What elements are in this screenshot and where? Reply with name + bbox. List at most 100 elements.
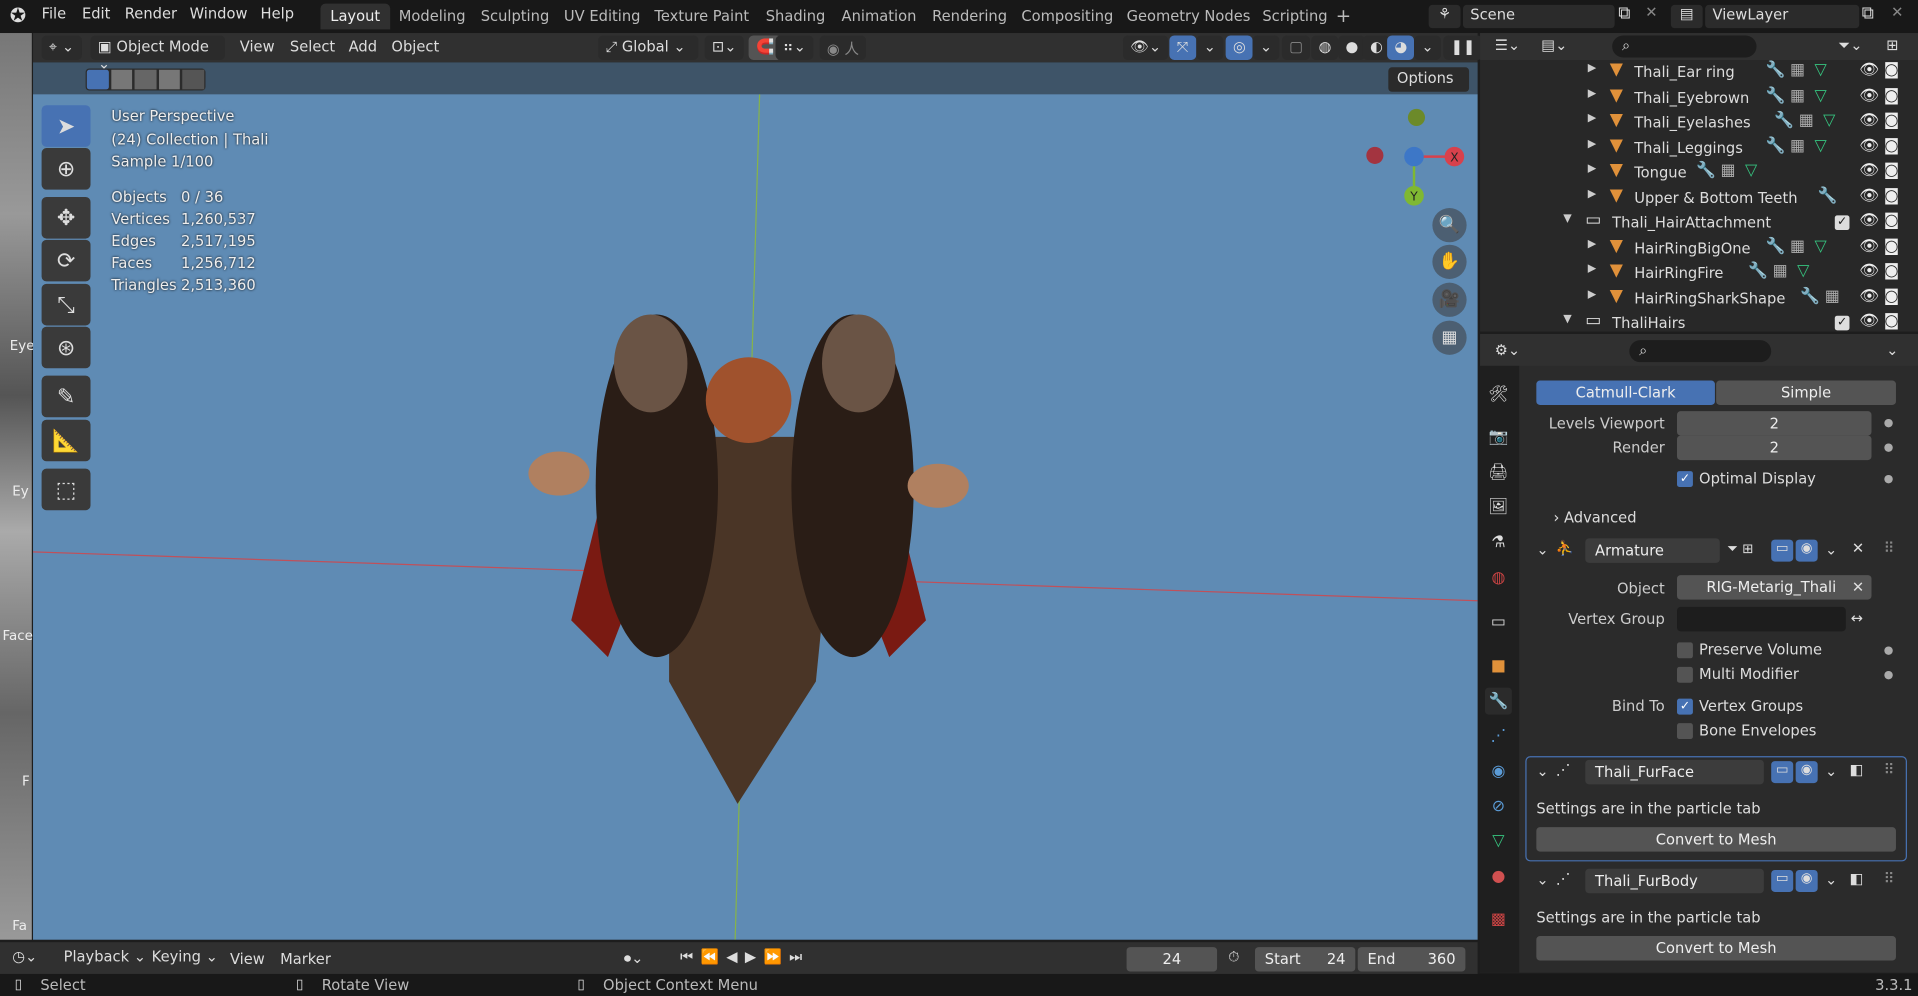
outliner-search-input[interactable]: ⌕: [1612, 35, 1757, 58]
camera-view-icon[interactable]: 🎥: [1432, 282, 1467, 317]
new-scene-icon[interactable]: ⧉: [1618, 4, 1630, 24]
expand-right-icon[interactable]: ▶: [1588, 163, 1596, 175]
collection-tab-icon[interactable]: ▭: [1485, 608, 1512, 635]
timeline-editor-type-icon[interactable]: ◷⌄: [12, 948, 37, 965]
modifier-icon[interactable]: 🔧: [1766, 61, 1786, 79]
properties-search-input[interactable]: ⌕: [1629, 340, 1772, 363]
remove-modifier-icon[interactable]: ✕: [1852, 540, 1864, 557]
keying-menu[interactable]: Keying ⌄: [144, 946, 225, 970]
preserve-volume-checkbox[interactable]: [1677, 642, 1693, 659]
expand-down-icon[interactable]: ▼: [1563, 213, 1571, 225]
eye-icon[interactable]: 👁: [1859, 212, 1879, 230]
eye-icon[interactable]: 👁: [1859, 187, 1879, 205]
properties-editor-type-icon[interactable]: ⚙⌄: [1495, 341, 1520, 358]
render-icon[interactable]: ◉: [1795, 539, 1818, 562]
vertex-groups-checkbox[interactable]: ✓: [1677, 698, 1693, 715]
camera-icon[interactable]: ◙: [1884, 136, 1899, 154]
menu-render[interactable]: Render: [125, 5, 177, 22]
menu-add[interactable]: Add: [349, 38, 377, 55]
xray-icon[interactable]: ▢: [1281, 35, 1311, 60]
eye-icon[interactable]: 👁: [1859, 162, 1879, 180]
keyframe-dot[interactable]: ●: [1884, 474, 1894, 486]
dropdown-icon[interactable]: ⌄: [1825, 541, 1837, 558]
keyframe-dot[interactable]: ●: [1884, 669, 1894, 681]
armature-name-field[interactable]: Armature: [1585, 538, 1720, 563]
vertex-group-field[interactable]: [1677, 606, 1846, 632]
menu-view[interactable]: View: [240, 38, 275, 55]
realtime-icon[interactable]: ▭: [1771, 761, 1794, 784]
scale-tool[interactable]: ⤡: [41, 283, 91, 326]
scene-selector-icon[interactable]: ⚘: [1428, 4, 1461, 29]
mesh-data-icon[interactable]: ▽: [1814, 237, 1826, 255]
editor-type-button[interactable]: ⌖ ⌄: [41, 35, 82, 60]
shading-solid-icon[interactable]: ●: [1338, 35, 1366, 60]
realtime-icon[interactable]: ▭: [1771, 539, 1794, 562]
camera-icon[interactable]: ◙: [1884, 287, 1899, 305]
tab-texture-paint[interactable]: Texture Paint: [645, 4, 759, 30]
toggle-icon[interactable]: ◧: [1849, 761, 1863, 778]
overlay-dropdown-icon[interactable]: ⌄: [1252, 35, 1280, 60]
outliner-item[interactable]: ▶ ▼ Thali_Eyelashes 👁 ◙ 🔧 ▦ ▽: [1483, 110, 1904, 134]
select-subtract-icon[interactable]: [134, 69, 157, 90]
exclude-checkbox[interactable]: ✓: [1834, 215, 1850, 231]
modifier-icon[interactable]: 🔧: [1800, 287, 1820, 305]
tab-scripting[interactable]: Scripting: [1253, 4, 1338, 30]
levels-viewport-field[interactable]: 2: [1677, 411, 1872, 436]
properties-options-icon[interactable]: ⌄: [1886, 341, 1898, 358]
collapse-icon[interactable]: ⌄: [1536, 871, 1548, 888]
scene-field[interactable]: Scene: [1462, 4, 1615, 29]
modifier-icon[interactable]: 🔧: [1774, 111, 1794, 129]
eye-icon[interactable]: 👁: [1859, 287, 1879, 305]
mesh-data-icon[interactable]: ▽: [1797, 262, 1809, 280]
drag-handle-icon[interactable]: ⠿: [1884, 870, 1895, 887]
select-extend-icon[interactable]: [110, 69, 133, 90]
keyframe-dot[interactable]: ●: [1884, 417, 1894, 429]
scene-tab-icon[interactable]: ⚗: [1485, 529, 1512, 556]
texture-tab-icon[interactable]: ▩: [1485, 905, 1512, 932]
mesh-data-icon[interactable]: ▽: [1814, 136, 1826, 154]
particle-system-icon[interactable]: ⋰: [1556, 870, 1571, 887]
menu-edit[interactable]: Edit: [82, 5, 110, 22]
record-keyframe-icon[interactable]: ⏺⌄: [624, 950, 644, 968]
eye-icon[interactable]: 👁: [1859, 237, 1879, 255]
select-new-icon[interactable]: [86, 69, 109, 90]
outliner-item[interactable]: ▶ ▼ HairRingFire 👁 ◙ 🔧 ▦ ▽: [1483, 261, 1904, 285]
transform-tool[interactable]: ⊛: [41, 326, 91, 369]
shading-material-icon[interactable]: ◐: [1362, 35, 1391, 60]
view-layer-icon[interactable]: ▤: [1670, 4, 1703, 29]
drag-handle-icon[interactable]: ⠿: [1884, 761, 1895, 778]
menu-object[interactable]: Object: [391, 38, 439, 55]
render-tab-icon[interactable]: 📷: [1485, 423, 1512, 450]
select-intersect-icon[interactable]: [182, 69, 205, 90]
expand-right-icon[interactable]: ▶: [1588, 113, 1596, 125]
particle-modifier-name-field[interactable]: Thali_FurBody (ParticleSy...: [1585, 868, 1764, 894]
convert-to-mesh-button[interactable]: Convert to Mesh: [1536, 936, 1896, 961]
render-levels-field[interactable]: 2: [1677, 435, 1872, 461]
simple-button[interactable]: Simple: [1716, 380, 1896, 406]
object-field[interactable]: RIG-Metarig_Thali: [1677, 575, 1872, 600]
advanced-subpanel[interactable]: › Advanced: [1553, 509, 1636, 526]
dropdown-icon[interactable]: ⌄: [1825, 762, 1837, 779]
expand-right-icon[interactable]: ▶: [1588, 238, 1596, 250]
camera-icon[interactable]: ◙: [1884, 312, 1899, 330]
multi-modifier-checkbox[interactable]: [1677, 666, 1693, 683]
gizmo-dropdown-icon[interactable]: ⌄: [1196, 35, 1224, 60]
collapse-icon[interactable]: ⌄: [1536, 541, 1548, 558]
world-tab-icon[interactable]: ◍: [1485, 564, 1512, 591]
outliner-item[interactable]: ▶ ▼ Thali_Ear ring 👁 ◙ 🔧 ▦ ▽: [1483, 60, 1904, 84]
proportional-edit-icon[interactable]: ◉ 人: [819, 35, 867, 60]
exclude-checkbox[interactable]: ✓: [1834, 315, 1850, 331]
cursor-tool[interactable]: ⊕: [41, 148, 91, 190]
vertex-groups-icon[interactable]: ▦: [1790, 136, 1805, 154]
outliner-item[interactable]: ▼ ▭ ThaliHairs ✓ 👁 ◙: [1483, 311, 1904, 335]
outliner-item[interactable]: ▶ ▼ Upper & Bottom Teeth 👁 ◙ 🔧: [1483, 185, 1904, 209]
zoom-icon[interactable]: 🔍: [1432, 208, 1467, 243]
expand-right-icon[interactable]: ▶: [1588, 62, 1596, 74]
particle-modifier-name-field[interactable]: Thali_FurFace (ParticleSy...: [1585, 759, 1764, 785]
shading-dropdown-icon[interactable]: ⌄: [1414, 35, 1442, 60]
overlay-toggle-icon[interactable]: ◎: [1225, 35, 1254, 60]
gizmo-neg-x[interactable]: [1366, 146, 1384, 164]
expand-right-icon[interactable]: ▶: [1588, 87, 1596, 99]
timeline-view-menu[interactable]: View: [230, 951, 265, 968]
expand-right-icon[interactable]: ▶: [1588, 263, 1596, 275]
